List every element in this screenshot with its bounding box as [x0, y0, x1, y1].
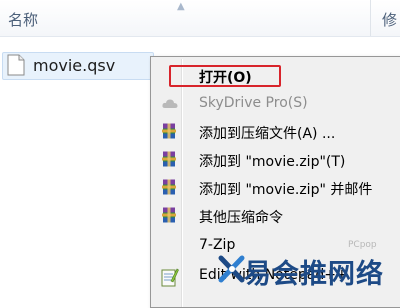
file-row-selected[interactable]: movie.qsv [2, 52, 154, 80]
menu-item-open[interactable]: 打开(O) [153, 63, 400, 89]
menu-item-label: SkyDrive Pro(S) [199, 95, 308, 111]
menu-item-add-to-archive[interactable]: 添加到压缩文件(A) ... [153, 119, 400, 145]
menu-item-label: 其他压缩命令 [199, 210, 283, 226]
site-watermark: 易会推网络 [218, 248, 400, 300]
file-name: movie.qsv [33, 56, 116, 75]
menu-item-add-to-movie-zip[interactable]: 添加到 "movie.zip"(T) [153, 147, 400, 173]
notepad-plus-plus-icon [161, 267, 179, 287]
watermark-logo-icon [218, 254, 246, 288]
name-column-label: 名称 [8, 11, 39, 29]
winrar-icon [161, 207, 179, 225]
winrar-icon [161, 123, 179, 141]
skydrive-cloud-icon [161, 95, 179, 113]
menu-item-skydrive-pro[interactable]: SkyDrive Pro(S) [153, 91, 400, 117]
watermark-text: 易会推网络 [244, 259, 384, 290]
document-icon [7, 54, 25, 80]
menu-item-label: 添加到 "movie.zip" 并邮件 [199, 182, 373, 198]
menu-item-add-to-movie-zip-and-email[interactable]: 添加到 "movie.zip" 并邮件 [153, 175, 400, 201]
winrar-icon [161, 151, 179, 169]
name-column-header[interactable]: ▲ 名称 [0, 0, 371, 36]
modified-column-label[interactable]: 修 [382, 9, 397, 30]
menu-item-label: 添加到 "movie.zip"(T) [199, 154, 346, 170]
menu-item-label: 打开(O) [199, 70, 252, 86]
sort-ascending-icon: ▲ [177, 1, 185, 12]
menu-item-label: 添加到压缩文件(A) ... [199, 126, 336, 142]
winrar-icon [161, 179, 179, 197]
column-header: ▲ 名称 修 [0, 0, 400, 37]
menu-item-other-compress-commands[interactable]: 其他压缩命令 [153, 203, 400, 229]
